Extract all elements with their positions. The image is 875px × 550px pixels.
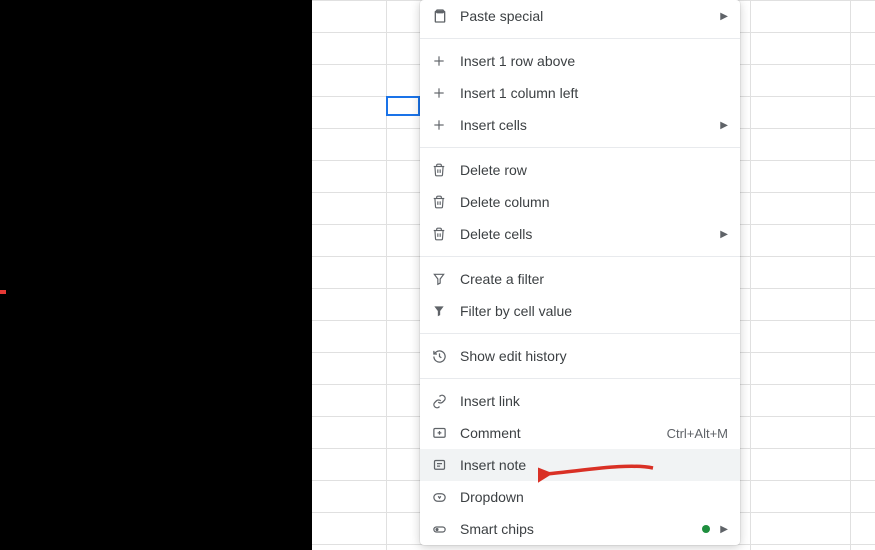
menu-insert-column-left[interactable]: Insert 1 column left <box>420 77 740 109</box>
red-marker <box>0 290 6 294</box>
chevron-right-icon: ▶ <box>720 524 728 535</box>
history-icon <box>432 349 460 364</box>
paste-icon <box>432 8 460 24</box>
menu-delete-column[interactable]: Delete column <box>420 186 740 218</box>
shortcut-text: Ctrl+Alt+M <box>667 426 728 441</box>
menu-paste-special[interactable]: Paste special ▶ <box>420 0 740 32</box>
menu-dropdown[interactable]: Dropdown <box>420 481 740 513</box>
menu-label: Paste special <box>460 8 720 24</box>
left-sidebar-black <box>0 0 312 550</box>
menu-create-filter[interactable]: Create a filter <box>420 263 740 295</box>
menu-label: Smart chips <box>460 521 702 537</box>
trash-icon <box>432 195 460 209</box>
menu-smart-chips[interactable]: Smart chips ▶ <box>420 513 740 545</box>
menu-label: Comment <box>460 425 667 441</box>
filter-icon <box>432 304 460 318</box>
chevron-right-icon: ▶ <box>720 229 728 240</box>
chevron-right-icon: ▶ <box>720 120 728 131</box>
plus-icon <box>432 54 460 68</box>
menu-insert-note[interactable]: Insert note <box>420 449 740 481</box>
selected-cell[interactable] <box>386 96 420 116</box>
filter-icon <box>432 272 460 286</box>
menu-label: Filter by cell value <box>460 303 728 319</box>
beta-dot-icon <box>702 525 710 533</box>
menu-insert-link[interactable]: Insert link <box>420 385 740 417</box>
link-icon <box>432 394 460 409</box>
menu-divider <box>420 147 740 148</box>
menu-insert-cells[interactable]: Insert cells ▶ <box>420 109 740 141</box>
menu-divider <box>420 378 740 379</box>
menu-label: Insert note <box>460 457 728 473</box>
menu-label: Insert cells <box>460 117 720 133</box>
plus-icon <box>432 86 460 100</box>
viewport: Paste special ▶ Insert 1 row above Inser… <box>0 0 875 550</box>
menu-show-edit-history[interactable]: Show edit history <box>420 340 740 372</box>
trash-icon <box>432 163 460 177</box>
menu-comment[interactable]: Comment Ctrl+Alt+M <box>420 417 740 449</box>
menu-label: Insert 1 column left <box>460 85 728 101</box>
menu-divider <box>420 333 740 334</box>
menu-label: Insert link <box>460 393 728 409</box>
dropdown-icon <box>432 490 460 505</box>
smart-chips-icon <box>432 522 460 537</box>
chevron-right-icon: ▶ <box>720 11 728 22</box>
trash-icon <box>432 227 460 241</box>
menu-label: Create a filter <box>460 271 728 287</box>
menu-label: Delete row <box>460 162 728 178</box>
menu-delete-row[interactable]: Delete row <box>420 154 740 186</box>
note-icon <box>432 458 460 473</box>
menu-divider <box>420 256 740 257</box>
menu-insert-row-above[interactable]: Insert 1 row above <box>420 45 740 77</box>
menu-filter-by-cell[interactable]: Filter by cell value <box>420 295 740 327</box>
menu-delete-cells[interactable]: Delete cells ▶ <box>420 218 740 250</box>
menu-label: Show edit history <box>460 348 728 364</box>
menu-label: Delete column <box>460 194 728 210</box>
menu-label: Delete cells <box>460 226 720 242</box>
comment-icon <box>432 426 460 441</box>
context-menu: Paste special ▶ Insert 1 row above Inser… <box>420 0 740 545</box>
menu-divider <box>420 38 740 39</box>
spreadsheet-area[interactable]: Paste special ▶ Insert 1 row above Inser… <box>312 0 875 550</box>
menu-label: Dropdown <box>460 489 728 505</box>
plus-icon <box>432 118 460 132</box>
menu-label: Insert 1 row above <box>460 53 728 69</box>
